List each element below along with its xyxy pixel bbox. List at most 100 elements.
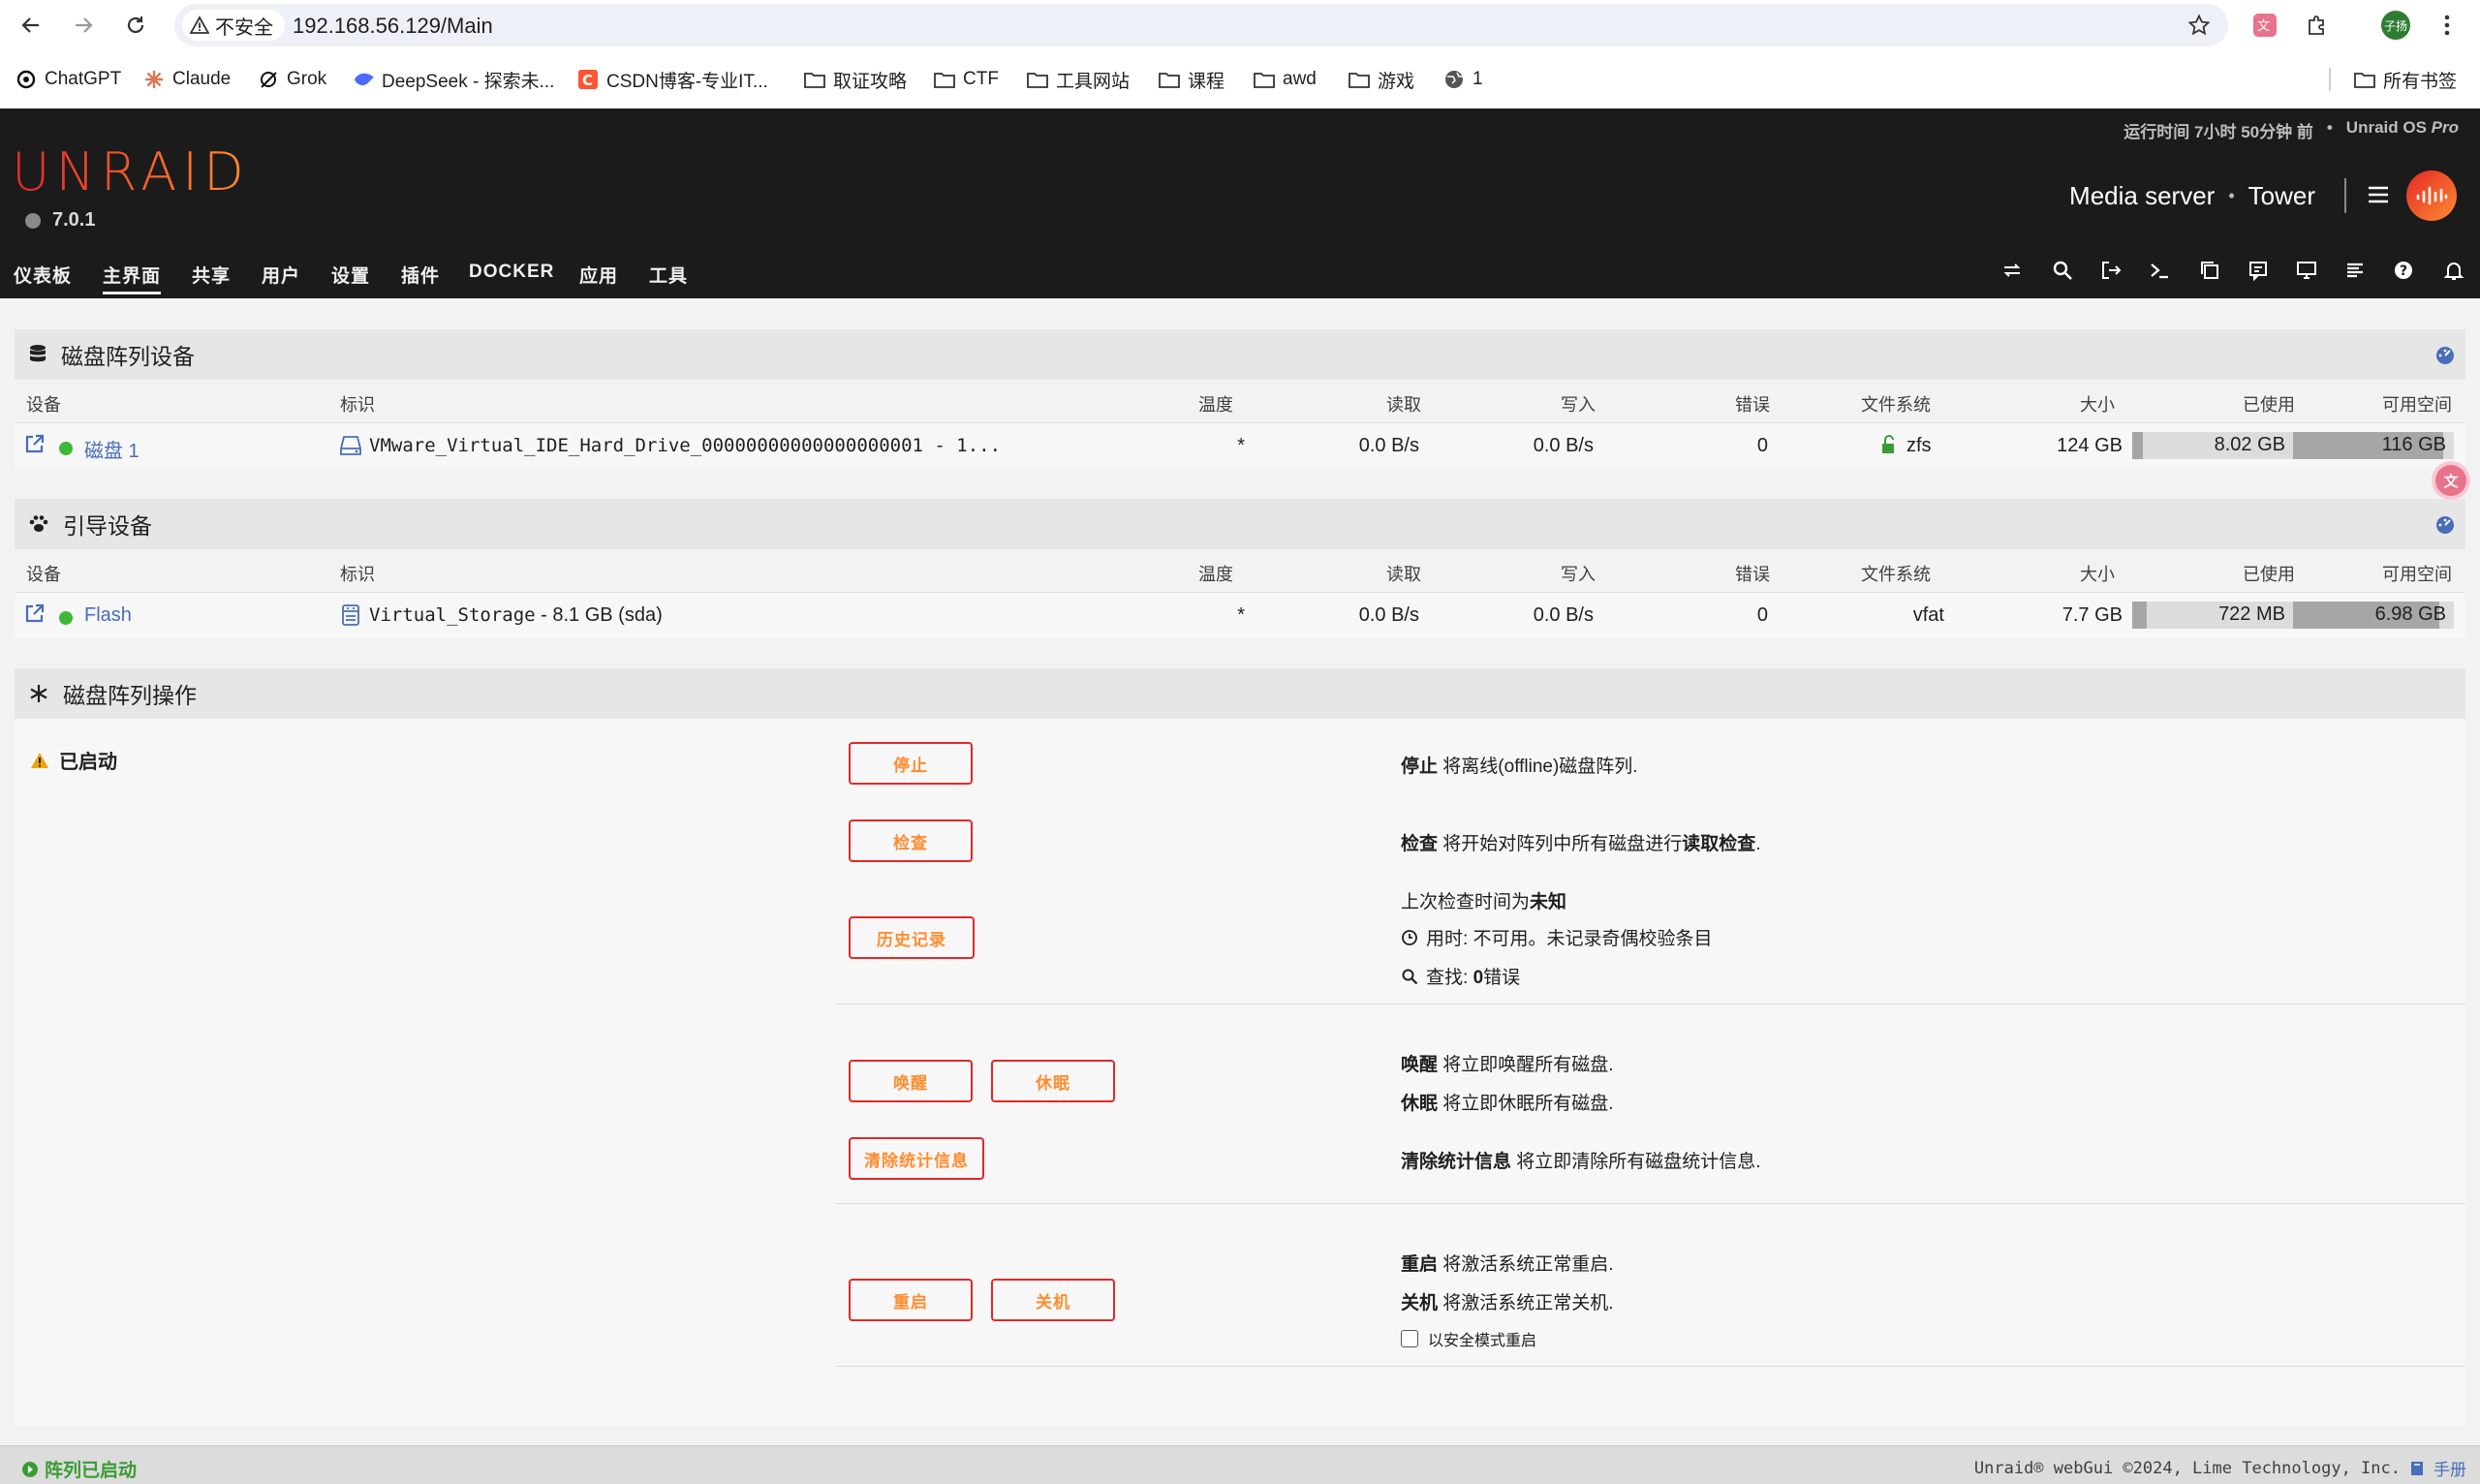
help-icon: ? (2393, 260, 2414, 281)
bookmark-label: Claude (172, 69, 232, 89)
log-button[interactable] (2342, 258, 2368, 283)
switch-language-button[interactable] (2000, 258, 2025, 283)
safe-mode-label: 以安全模式重启 (1428, 1333, 1537, 1349)
dashboard-gauge-icon[interactable] (2434, 514, 2456, 534)
shutdown-button[interactable]: 关机 (991, 1279, 1115, 1321)
col-device: 设备 (26, 395, 61, 415)
bookmark-deepseek[interactable]: DeepSeek - 探索未... (353, 66, 554, 93)
bookmark-folder[interactable]: awd (1254, 66, 1317, 93)
bookmark-folder[interactable]: 工具网站 (1027, 66, 1130, 93)
spin-up-button[interactable]: 唤醒 (849, 1060, 973, 1102)
spindown-desc-bold: 休眠 (1401, 1094, 1439, 1114)
check-button[interactable]: 检查 (849, 819, 973, 862)
disk-errors: 0 (1756, 435, 1768, 456)
boot-identification: Virtual_Storage - 8.1 GB (sda) (369, 604, 663, 627)
col-temp: 温度 (1198, 565, 1233, 584)
extensions-button[interactable] (2302, 10, 2333, 41)
disk-size: 124 GB (2057, 435, 2123, 456)
version-info[interactable]: 7.0.1 (25, 209, 95, 232)
col-writes: 写入 (1561, 395, 1596, 415)
nav-dashboard[interactable]: 仪表板 (14, 262, 72, 288)
external-link-icon[interactable] (24, 603, 46, 624)
disk-reads: 0.0 B/s (1358, 435, 1419, 456)
col-size: 大小 (2080, 565, 2115, 584)
nav-shares[interactable]: 共享 (192, 262, 231, 288)
bookmark-folder[interactable]: 课程 (1159, 66, 1224, 93)
history-button[interactable]: 历史记录 (849, 916, 975, 959)
bookmark-star-button[interactable] (2184, 10, 2215, 41)
logout-button[interactable] (2098, 258, 2124, 283)
nav-docker[interactable]: DOCKER (469, 262, 554, 283)
translate-icon: 文 (2435, 465, 2466, 496)
security-indicator[interactable]: 不安全 (182, 10, 285, 41)
reboot-button[interactable]: 重启 (849, 1279, 973, 1321)
bookmark-folder[interactable]: 游戏 (1348, 66, 1414, 93)
folder-icon (1027, 69, 1048, 90)
nav-settings[interactable]: 设置 (331, 262, 370, 288)
back-button[interactable] (16, 10, 46, 41)
external-link-icon[interactable] (24, 433, 46, 454)
clear-desc-bold: 清除统计信息 (1401, 1152, 1512, 1172)
bookmark-folder[interactable]: CTF (934, 66, 999, 93)
search-button[interactable] (2050, 258, 2075, 283)
stop-button[interactable]: 停止 (849, 742, 973, 785)
used-bar: 8.02 GB (2132, 432, 2293, 459)
clear-stats-button[interactable]: 清除统计信息 (849, 1137, 984, 1180)
menu-button[interactable] (2364, 180, 2393, 209)
unraid-logo[interactable]: UNRAID (12, 141, 250, 202)
url-text[interactable]: 192.168.56.129/Main (293, 14, 493, 39)
help-button[interactable]: ? (2391, 258, 2416, 283)
all-bookmarks-button[interactable]: 所有书签 (2354, 66, 2457, 93)
profile-avatar[interactable]: 子扬 (2381, 11, 2410, 40)
safe-mode-checkbox[interactable] (1401, 1330, 1418, 1347)
unraid-account-button[interactable] (2406, 170, 2457, 221)
terminal-icon (2149, 260, 2170, 281)
svg-text:C: C (582, 72, 593, 89)
security-label: 不安全 (215, 16, 273, 39)
forward-button[interactable] (68, 10, 99, 41)
notifications-button[interactable] (2441, 258, 2466, 283)
address-bar[interactable]: 不安全 192.168.56.129/Main (174, 4, 2228, 46)
folder-icon (1348, 69, 1370, 90)
bookmark-grok[interactable]: Grok (258, 66, 326, 93)
terminal-button[interactable] (2147, 258, 2172, 283)
bookmark-chatgpt[interactable]: ChatGPT (16, 66, 121, 93)
bullet-separator: • (2228, 185, 2235, 205)
device-link[interactable]: 磁盘 1 (84, 435, 140, 463)
server-description[interactable]: Media server • Tower (2069, 178, 2346, 213)
translate-extension-button[interactable]: 文 (2249, 10, 2280, 41)
info-button[interactable] (2246, 258, 2271, 283)
nav-plugins[interactable]: 插件 (401, 262, 440, 288)
col-fs: 文件系统 (1861, 395, 1931, 415)
vnc-button[interactable] (2294, 258, 2319, 283)
dashboard-gauge-icon[interactable] (2434, 345, 2456, 364)
nav-main[interactable]: 主界面 (103, 262, 162, 294)
status-dot (59, 437, 73, 459)
version-number: 7.0.1 (52, 209, 96, 231)
translate-float-button[interactable]: 文 (2432, 461, 2470, 500)
device-link[interactable]: Flash (84, 604, 132, 627)
feedback-button[interactable] (2197, 258, 2222, 283)
manual-link[interactable]: 手册 (2434, 1456, 2466, 1480)
bookmark-csdn[interactable]: C CSDN博客-专业IT... (577, 66, 768, 93)
play-circle-icon (21, 1461, 39, 1478)
spin-down-button[interactable]: 休眠 (991, 1060, 1115, 1102)
csdn-icon: C (577, 69, 599, 90)
star-icon (2187, 14, 2211, 37)
boot-id-rest: - 8.1 GB (sda) (535, 604, 663, 626)
browser-menu-button[interactable] (2432, 10, 2463, 41)
bookmark-claude[interactable]: Claude (143, 66, 231, 93)
reload-button[interactable] (120, 10, 151, 41)
nav-tools[interactable]: 工具 (649, 262, 688, 288)
shutdown-desc-text: 将激活系统正常关机. (1438, 1293, 1614, 1314)
nav-users[interactable]: 用户 (262, 262, 300, 288)
last-check-info: 上次检查时间为未知 (1401, 887, 1566, 913)
clock-icon (1401, 929, 1418, 946)
bookmark-folder[interactable]: 取证攻略 (804, 66, 907, 93)
bookmark-globe[interactable]: 1 (1443, 66, 1483, 93)
info-icon (25, 212, 41, 229)
col-reads: 读取 (1386, 565, 1421, 584)
unlock-icon (1880, 435, 1896, 454)
col-used: 已使用 (2243, 565, 2295, 584)
nav-apps[interactable]: 应用 (579, 262, 618, 288)
